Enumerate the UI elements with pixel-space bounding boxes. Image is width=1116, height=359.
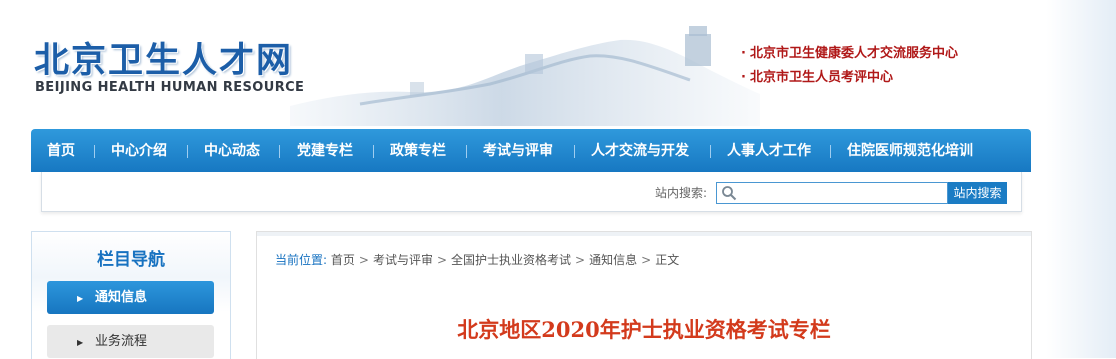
content-top-border (257, 232, 1031, 236)
breadcrumb-item-current: 正文 (655, 253, 680, 267)
nav-separator (830, 145, 831, 158)
search-box[interactable] (716, 182, 948, 204)
triangle-right-icon: ▶ (77, 338, 84, 347)
breadcrumb-separator: > (575, 253, 586, 267)
nav-separator (466, 145, 467, 158)
site-header: 北京卫生人才网 BEIJING HEALTH HUMAN RESOURCE · 北… (0, 0, 1116, 126)
sidebar-item-business-process[interactable]: ▶ 业务流程 (47, 325, 214, 358)
nav-item-center-news[interactable]: 中心动态 (204, 129, 260, 172)
sidebar-item-label: 通知信息 (95, 290, 148, 305)
breadcrumb-separator: > (358, 253, 369, 267)
breadcrumb-item-home[interactable]: 首页 (331, 253, 355, 267)
breadcrumb-separator: > (436, 253, 448, 267)
nav-separator (373, 145, 374, 158)
header-links: · 北京市卫生健康委人才交流服务中心 · 北京市卫生人员考评中心 (741, 42, 958, 90)
breadcrumb-separator: > (641, 253, 652, 267)
header-link-talent-exchange-center[interactable]: · 北京市卫生健康委人才交流服务中心 (741, 42, 958, 66)
search-bar: 站内搜索: 站内搜索 (41, 172, 1022, 212)
nav-separator (94, 145, 95, 158)
nav-separator (187, 145, 188, 158)
nav-separator (574, 145, 575, 158)
sidebar-navigation: 栏目导航 ▶ 通知信息 ▶ 业务流程 (31, 231, 231, 359)
nav-item-center-intro[interactable]: 中心介绍 (111, 129, 167, 172)
site-logo-english: BEIJING HEALTH HUMAN RESOURCE (35, 80, 305, 95)
search-button[interactable]: 站内搜索 (948, 182, 1007, 204)
breadcrumb: 当前位置: 首页 > 考试与评审 > 全国护士执业资格考试 > 通知信息 > 正文 (275, 251, 679, 268)
search-icon (722, 186, 737, 201)
great-wall-banner-image (290, 26, 760, 126)
article-title: 北京地区2020年护士执业资格考试专栏 (457, 317, 831, 342)
sidebar-title: 栏目导航 (97, 250, 165, 270)
main-navigation: 首页 中心介绍 中心动态 党建专栏 政策专栏 考试与评审 人才交流与开发 人事人… (31, 129, 1031, 172)
main-content: 当前位置: 首页 > 考试与评审 > 全国护士执业资格考试 > 通知信息 > 正文 北京地区20… (256, 231, 1032, 359)
nav-item-talent-exchange[interactable]: 人才交流与开发 (591, 129, 689, 172)
breadcrumb-item-nurse-exam[interactable]: 全国护士执业资格考试 (451, 253, 571, 267)
site-logo-chinese[interactable]: 北京卫生人才网 (34, 32, 293, 83)
nav-item-exams-reviews[interactable]: 考试与评审 (483, 129, 553, 172)
triangle-right-icon: ▶ (77, 294, 84, 303)
breadcrumb-item-notices[interactable]: 通知信息 (589, 253, 637, 267)
search-label: 站内搜索: (655, 186, 708, 200)
sidebar-item-label: 业务流程 (95, 334, 148, 349)
nav-item-personnel-work[interactable]: 人事人才工作 (727, 129, 811, 172)
nav-item-residency-training[interactable]: 住院医师规范化培训 (847, 129, 973, 172)
nav-item-policy[interactable]: 政策专栏 (390, 129, 446, 172)
sidebar-item-notices[interactable]: ▶ 通知信息 (47, 281, 214, 314)
nav-item-party-building[interactable]: 党建专栏 (297, 129, 353, 172)
nav-separator (279, 145, 280, 158)
header-link-evaluation-center[interactable]: · 北京市卫生人员考评中心 (741, 66, 958, 90)
nav-separator (710, 145, 711, 158)
nav-item-home[interactable]: 首页 (47, 129, 75, 172)
breadcrumb-prefix: 当前位置: (275, 253, 328, 267)
search-input[interactable] (739, 183, 943, 203)
breadcrumb-item-exams-reviews[interactable]: 考试与评审 (373, 253, 433, 267)
